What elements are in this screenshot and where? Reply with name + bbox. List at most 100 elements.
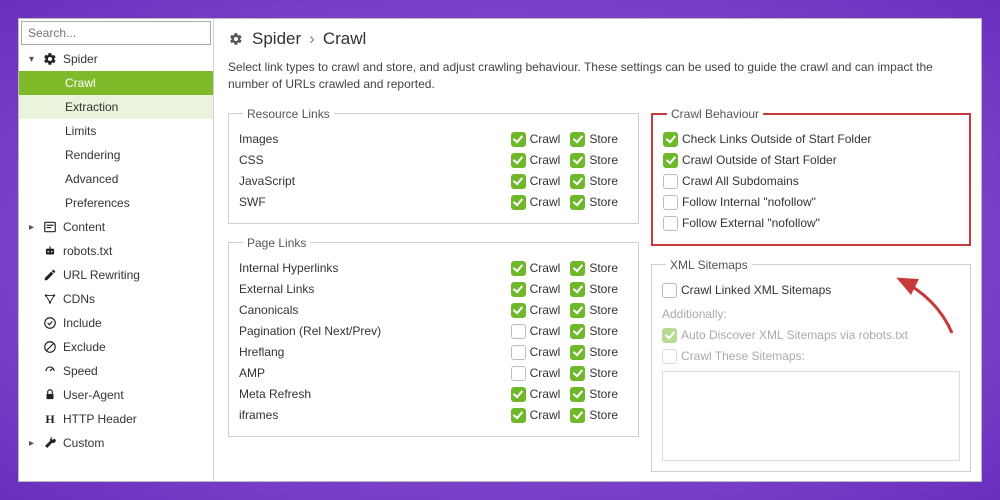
behaviour-row: Follow External "nofollow" [663,213,959,234]
checkbox-store[interactable] [570,261,585,276]
checkbox-crawl[interactable] [511,153,526,168]
sidebar-item-content[interactable]: ▸ Content [19,215,213,239]
row-label: Canonicals [239,303,511,317]
settings-window: ▾ Spider Crawl Extraction Limits Renderi… [18,18,982,482]
sidebar-item-crawl[interactable]: Crawl [19,71,213,95]
checkbox[interactable] [663,216,678,231]
sidebar-item-include[interactable]: Include [19,311,213,335]
store-label: Store [589,195,618,209]
sidebar-item-custom[interactable]: ▸ Custom [19,431,213,455]
store-label: Store [589,324,618,338]
checkbox-crawl[interactable] [511,408,526,423]
checkbox-store[interactable] [570,132,585,147]
store-label: Store [589,387,618,401]
crawl-label: Crawl [530,153,561,167]
checkbox[interactable] [663,153,678,168]
checkbox-label: Follow External "nofollow" [682,216,820,230]
checkbox-crawl[interactable] [511,345,526,360]
checkbox-store[interactable] [570,408,585,423]
sidebar-item-limits[interactable]: Limits [19,119,213,143]
store-label: Store [589,261,618,275]
caret-right-icon: ▸ [29,438,37,449]
sidebar-item-label: Limits [65,124,96,138]
sidebar-item-rendering[interactable]: Rendering [19,143,213,167]
checkbox-store[interactable] [570,174,585,189]
search-input[interactable] [21,21,211,45]
sitemap-textarea[interactable] [662,371,960,461]
checkbox[interactable] [663,132,678,147]
fieldset-page-links: Page Links Internal HyperlinksCrawlStore… [228,236,639,437]
checkbox-label: Crawl Linked XML Sitemaps [681,283,831,297]
sidebar-item-extraction[interactable]: Extraction [19,95,213,119]
sidebar-item-speed[interactable]: Speed [19,359,213,383]
store-label: Store [589,345,618,359]
page-row: CanonicalsCrawlStore [239,300,628,321]
checkbox-store[interactable] [570,387,585,402]
sidebar: ▾ Spider Crawl Extraction Limits Renderi… [19,19,214,481]
checkbox-store[interactable] [570,303,585,318]
sidebar-item-label: Extraction [65,100,118,114]
page-row: Meta RefreshCrawlStore [239,384,628,405]
sidebar-item-label: Crawl [65,76,96,90]
gear-icon [228,31,244,47]
row-label: CSS [239,153,511,167]
sidebar-tree: ▾ Spider Crawl Extraction Limits Renderi… [19,47,213,481]
crawl-label: Crawl [530,324,561,338]
checkbox-crawl[interactable] [511,303,526,318]
checkbox-crawl-linked-sitemaps[interactable] [662,283,677,298]
sidebar-label: Include [63,316,102,330]
checkbox-crawl[interactable] [511,324,526,339]
sidebar-item-advanced[interactable]: Advanced [19,167,213,191]
sidebar-item-url-rewriting[interactable]: URL Rewriting [19,263,213,287]
crawl-label: Crawl [530,303,561,317]
sidebar-item-preferences[interactable]: Preferences [19,191,213,215]
sidebar-label: Speed [63,364,98,378]
sidebar-label: Exclude [63,340,106,354]
sidebar-item-robots[interactable]: robots.txt [19,239,213,263]
checkbox-store[interactable] [570,195,585,210]
crawl-label: Crawl [530,195,561,209]
checkbox-crawl[interactable] [511,174,526,189]
sidebar-item-exclude[interactable]: Exclude [19,335,213,359]
legend-resource-links: Resource Links [243,107,334,121]
checkbox-store[interactable] [570,345,585,360]
checkbox-label: Crawl These Sitemaps: [681,349,805,363]
page-row: External LinksCrawlStore [239,279,628,300]
behaviour-row: Crawl Outside of Start Folder [663,150,959,171]
page-row: Pagination (Rel Next/Prev)CrawlStore [239,321,628,342]
sidebar-item-http-header[interactable]: H HTTP Header [19,407,213,431]
checkbox-store[interactable] [570,153,585,168]
checkbox-crawl[interactable] [511,195,526,210]
row-label: Hreflang [239,345,511,359]
checkbox-crawl-these [662,349,677,364]
row-label: SWF [239,195,511,209]
checkbox[interactable] [663,195,678,210]
resource-row: JavaScriptCrawlStore [239,171,628,192]
breadcrumb-spider: Spider [252,29,301,49]
checkbox-crawl[interactable] [511,132,526,147]
sidebar-item-user-agent[interactable]: User-Agent [19,383,213,407]
check-circle-icon [43,316,57,330]
checkbox-label: Check Links Outside of Start Folder [682,132,871,146]
sidebar-label: Custom [63,436,104,450]
fieldset-resource-links: Resource Links ImagesCrawlStoreCSSCrawlS… [228,107,639,224]
breadcrumb-sep: › [309,29,315,49]
row-label: Internal Hyperlinks [239,261,511,275]
page-row: AMPCrawlStore [239,363,628,384]
checkbox-crawl[interactable] [511,282,526,297]
checkbox-crawl[interactable] [511,261,526,276]
fieldset-crawl-behaviour: Crawl Behaviour Check Links Outside of S… [651,107,971,246]
resource-row: SWF Crawl Store [239,192,628,213]
store-label: Store [589,174,618,188]
sidebar-item-cdns[interactable]: CDNs [19,287,213,311]
checkbox-crawl[interactable] [511,366,526,381]
checkbox-store[interactable] [570,366,585,381]
checkbox-store[interactable] [570,324,585,339]
checkbox-crawl[interactable] [511,387,526,402]
page-row: HreflangCrawlStore [239,342,628,363]
checkbox[interactable] [663,174,678,189]
sidebar-item-spider[interactable]: ▾ Spider [19,47,213,71]
sidebar-item-label: Advanced [65,172,118,186]
checkbox-store[interactable] [570,282,585,297]
row-label: External Links [239,282,511,296]
